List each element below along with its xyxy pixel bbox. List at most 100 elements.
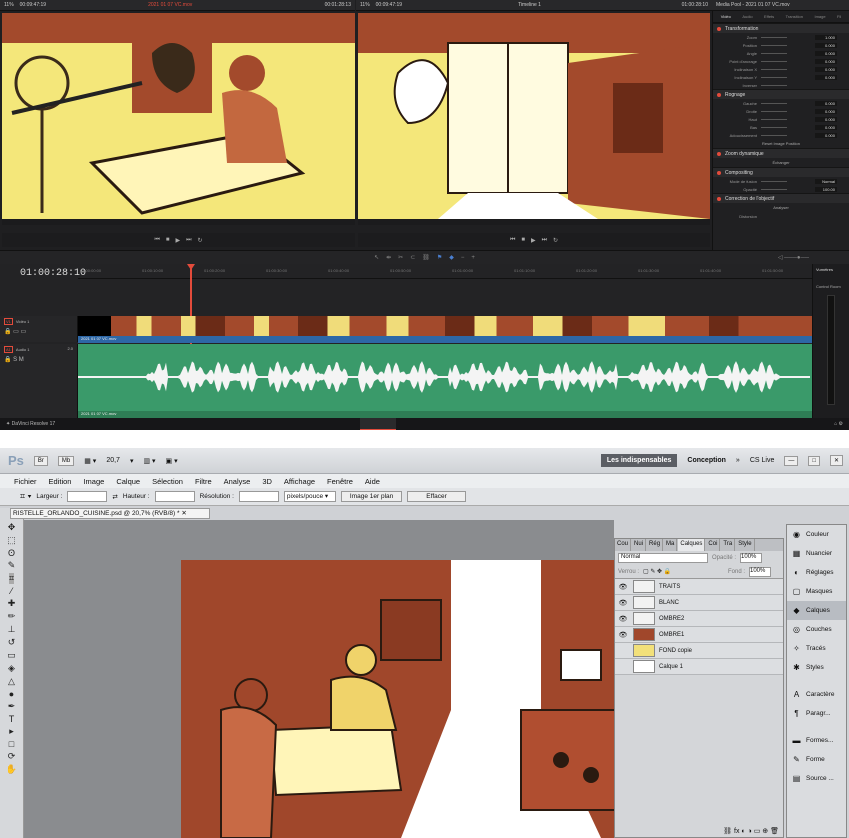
select-tool-icon[interactable]: ↖: [374, 254, 379, 261]
dock-character[interactable]: A Caractère: [787, 685, 846, 704]
cs-live[interactable]: CS Live: [750, 457, 775, 464]
param-value[interactable]: 0.000: [815, 74, 837, 80]
bucket-icon[interactable]: ◈: [8, 663, 15, 674]
param-slider[interactable]: [761, 44, 787, 46]
param-slider[interactable]: [761, 68, 787, 70]
param-slider[interactable]: [761, 110, 787, 112]
audio-track-header[interactable]: A1 Audio 1 2.0 🔒 S M: [0, 344, 78, 418]
menu-6[interactable]: Analyse: [224, 477, 251, 486]
dock-paths[interactable]: ✧ Tracés: [787, 639, 846, 658]
panel-tab[interactable]: Calques: [678, 539, 706, 551]
layer-row[interactable]: 👁 TRAITS: [615, 579, 783, 595]
hand-tool-icon[interactable]: ✋: [6, 764, 17, 775]
width-field[interactable]: [67, 491, 108, 502]
param-value[interactable]: 1.000: [815, 34, 837, 40]
workspace-essentials[interactable]: Les indispensables: [600, 454, 678, 467]
menu-3[interactable]: Calque: [116, 477, 140, 486]
menu-2[interactable]: Image: [83, 477, 104, 486]
dock-layers[interactable]: ◆ Calques: [787, 601, 846, 620]
tab-audio[interactable]: Audio: [742, 14, 752, 19]
brush-icon[interactable]: ✏: [8, 611, 16, 622]
eyedropper-icon[interactable]: ⁄: [11, 586, 13, 596]
dock-swatches[interactable]: ▦ Nuancier: [787, 544, 846, 563]
param-slider[interactable]: [761, 134, 787, 136]
stop-icon[interactable]: ■: [521, 237, 525, 243]
audio-clip[interactable]: 2021 01 07 VC.mov: [78, 344, 812, 418]
trim-tool-icon[interactable]: ⇹: [386, 254, 391, 261]
edit-page-tab[interactable]: [360, 418, 396, 430]
layer-row[interactable]: 👁 OMBRE1: [615, 627, 783, 643]
dock-channels[interactable]: ◎ Couches: [787, 620, 846, 639]
dock-clone-source[interactable]: ▤ Source ...: [787, 769, 846, 788]
param-value[interactable]: 0.000: [815, 132, 837, 138]
canvas-area[interactable]: [24, 520, 633, 838]
param-slider[interactable]: [761, 76, 787, 78]
dock-styles[interactable]: ✱ Styles: [787, 658, 846, 677]
section-enable-icon[interactable]: [717, 151, 721, 156]
visibility-eye-icon[interactable]: 👁: [617, 599, 629, 607]
dock-masks[interactable]: ▢ Masques: [787, 582, 846, 601]
menu-5[interactable]: Filtre: [195, 477, 212, 486]
timeline-zoom[interactable]: 11%: [360, 2, 370, 8]
param-value[interactable]: 0.000: [815, 108, 837, 114]
swap-icon[interactable]: ⇄: [112, 493, 117, 501]
marker-icon[interactable]: ◆: [449, 254, 454, 261]
layer-actions[interactable]: ⛓ fx ◐ ◑ ▭ ⊕ 🗑: [723, 827, 779, 835]
menu-8[interactable]: Affichage: [284, 477, 315, 486]
front-image-button[interactable]: Image 1er plan: [340, 491, 403, 502]
param-slider[interactable]: [761, 52, 787, 54]
healing-icon[interactable]: ✚: [8, 598, 16, 609]
quick-select-icon[interactable]: ✎: [8, 560, 16, 571]
crop-tool-icon[interactable]: ⌗ ▾: [20, 491, 31, 502]
lock-icons[interactable]: ▢ ✎ ✥ 🔒: [643, 568, 671, 575]
marquee-tool-icon[interactable]: ⬚: [7, 535, 16, 546]
blade-tool-icon[interactable]: ✂: [398, 254, 403, 261]
param-slider[interactable]: [761, 36, 787, 38]
blur-icon[interactable]: △: [8, 676, 15, 687]
menu-0[interactable]: Fichier: [14, 477, 37, 486]
param-value[interactable]: 0.000: [815, 116, 837, 122]
source-clip-name[interactable]: 2021 01 07 VC.mov: [148, 2, 192, 8]
panel-tab[interactable]: Nui: [632, 539, 647, 551]
param-slider[interactable]: [761, 126, 787, 128]
visibility-eye-icon[interactable]: 👁: [617, 615, 629, 623]
layer-row[interactable]: 👁 OMBRE2: [615, 611, 783, 627]
minimize-button[interactable]: —: [784, 455, 799, 466]
section-enable-icon[interactable]: [717, 92, 721, 97]
tab-file[interactable]: Fil: [837, 14, 841, 19]
param-value[interactable]: 0.000: [815, 58, 837, 64]
skip-forward-icon[interactable]: ⏭: [542, 237, 547, 244]
timeline-name[interactable]: Timeline 1: [518, 2, 541, 8]
fill-field[interactable]: 100%: [749, 566, 771, 577]
layer-row[interactable]: 👁 BLANC: [615, 595, 783, 611]
zoom-out-icon[interactable]: −: [461, 255, 465, 261]
param-slider[interactable]: [761, 188, 787, 190]
play-icon[interactable]: ▶: [175, 237, 180, 244]
playhead-handle-icon[interactable]: [187, 264, 195, 270]
dodge-icon[interactable]: ●: [9, 689, 14, 699]
menu-4[interactable]: Sélection: [152, 477, 183, 486]
lasso-tool-icon[interactable]: ʘ: [8, 548, 15, 558]
param-value[interactable]: 0.000: [815, 66, 837, 72]
dock-color[interactable]: ◉ Couleur: [787, 525, 846, 544]
blend-mode-select[interactable]: Normal: [618, 553, 708, 563]
param-slider[interactable]: [761, 60, 787, 62]
clear-button[interactable]: Effacer: [407, 491, 466, 502]
param-value[interactable]: 0.000: [815, 124, 837, 130]
menu-7[interactable]: 3D: [262, 477, 272, 486]
3d-rotate-icon[interactable]: ⟳: [8, 751, 16, 762]
zoom-level[interactable]: 20,7: [106, 457, 120, 464]
skip-back-icon[interactable]: ⏮: [154, 237, 159, 244]
skip-forward-icon[interactable]: ⏭: [186, 237, 191, 244]
source-zoom[interactable]: 11%: [4, 2, 14, 8]
inspector-section-header[interactable]: Transformation: [713, 23, 849, 33]
panel-tab[interactable]: Rég: [647, 539, 664, 551]
video-clip-thumbnails[interactable]: [78, 316, 812, 336]
visibility-eye-icon[interactable]: 👁: [617, 583, 629, 591]
section-enable-icon[interactable]: [717, 196, 721, 201]
path-select-icon[interactable]: ▸: [9, 726, 14, 737]
maximize-button[interactable]: □: [808, 455, 820, 466]
type-tool-icon[interactable]: T: [9, 714, 15, 724]
param-value[interactable]: 0.000: [815, 42, 837, 48]
eraser-icon[interactable]: ▭: [7, 650, 16, 661]
